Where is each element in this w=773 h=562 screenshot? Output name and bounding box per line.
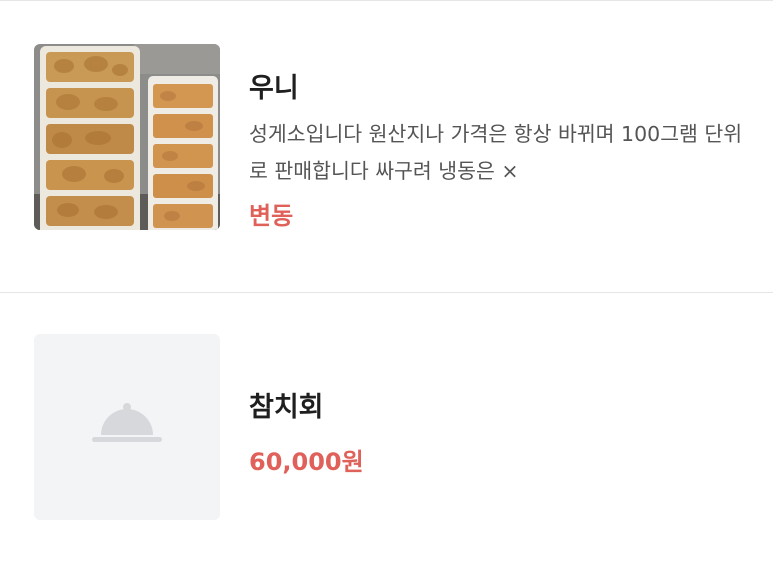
menu-item-photo xyxy=(34,44,220,230)
cloche-placeholder-icon xyxy=(92,403,162,442)
sea-urchin-photo-icon xyxy=(34,44,220,230)
menu-item-photo-placeholder xyxy=(34,334,220,520)
menu-item-name: 우니 xyxy=(249,73,299,104)
menu-item-uni[interactable]: 우니 성게소입니다 원산지나 가격은 항상 바뀌며 100그램 단위로 판매합니… xyxy=(0,0,773,292)
menu-item-name: 참치회 xyxy=(249,392,324,423)
menu-item-tuna-sashimi[interactable]: 참치회 60,000원 xyxy=(0,293,773,562)
menu-item-description: 성게소입니다 원산지나 가격은 항상 바뀌며 100그램 단위로 판매합니다 싸… xyxy=(249,122,743,183)
menu-item-price: 60,000원 xyxy=(249,448,364,476)
menu-item-price: 변동 xyxy=(249,202,294,230)
